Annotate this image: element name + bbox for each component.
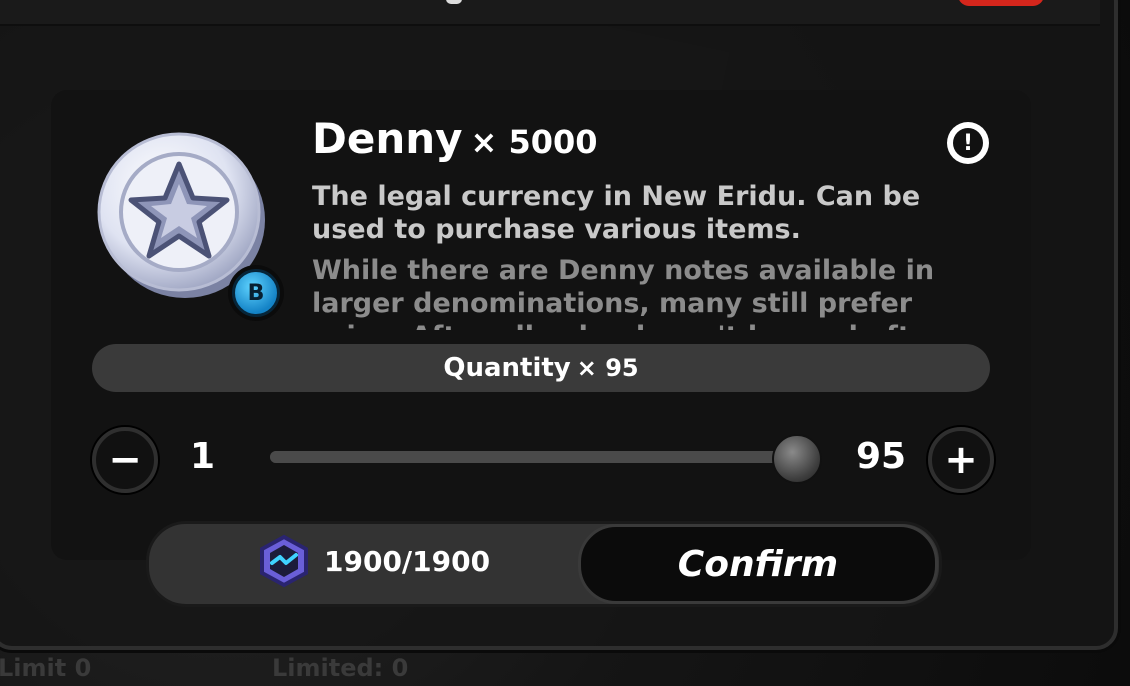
rank-badge: B	[228, 265, 284, 321]
decrease-button[interactable]: −	[92, 427, 158, 493]
footer-left-label: Limit 0	[0, 654, 92, 682]
cost-value: 1900/1900	[324, 544, 491, 578]
quantity-header: Quantity × 95	[92, 344, 990, 392]
game-screen: B Denny × 5000 ! The legal currency in Ne…	[0, 0, 1130, 686]
item-name: Denny	[312, 114, 463, 163]
quantity-multiplier: × 95	[576, 354, 639, 382]
item-lore: While there are Denny notes available in…	[312, 255, 935, 330]
minus-icon: −	[108, 437, 142, 483]
item-lore-scroll[interactable]: While there are Denny notes available in…	[312, 254, 992, 330]
info-icon[interactable]: !	[947, 122, 989, 164]
battery-charge-icon	[260, 534, 308, 588]
rank-badge-letter: B	[232, 269, 280, 317]
info-icon-glyph: !	[953, 128, 983, 158]
plus-icon: +	[944, 437, 978, 483]
slider-handle[interactable]	[772, 434, 822, 484]
dialog-header-strip	[0, 0, 1100, 26]
item-description: The legal currency in New Eridu. Can be …	[312, 181, 921, 245]
quantity-min: 1	[190, 436, 216, 477]
cost-display: 1900/1900	[256, 532, 490, 590]
footer-right-label: Limited: 0	[272, 654, 409, 682]
close-button[interactable]	[958, 0, 1044, 6]
quantity-slider[interactable]	[270, 451, 815, 463]
increase-button[interactable]: +	[928, 427, 994, 493]
item-title: Denny × 5000	[312, 114, 598, 163]
slider-fill	[270, 451, 795, 463]
item-multiplier: × 5000	[470, 123, 598, 161]
confirm-button[interactable]: Confirm	[578, 524, 938, 604]
quantity-label: Quantity	[443, 353, 571, 383]
quantity-max: 95	[856, 436, 907, 477]
